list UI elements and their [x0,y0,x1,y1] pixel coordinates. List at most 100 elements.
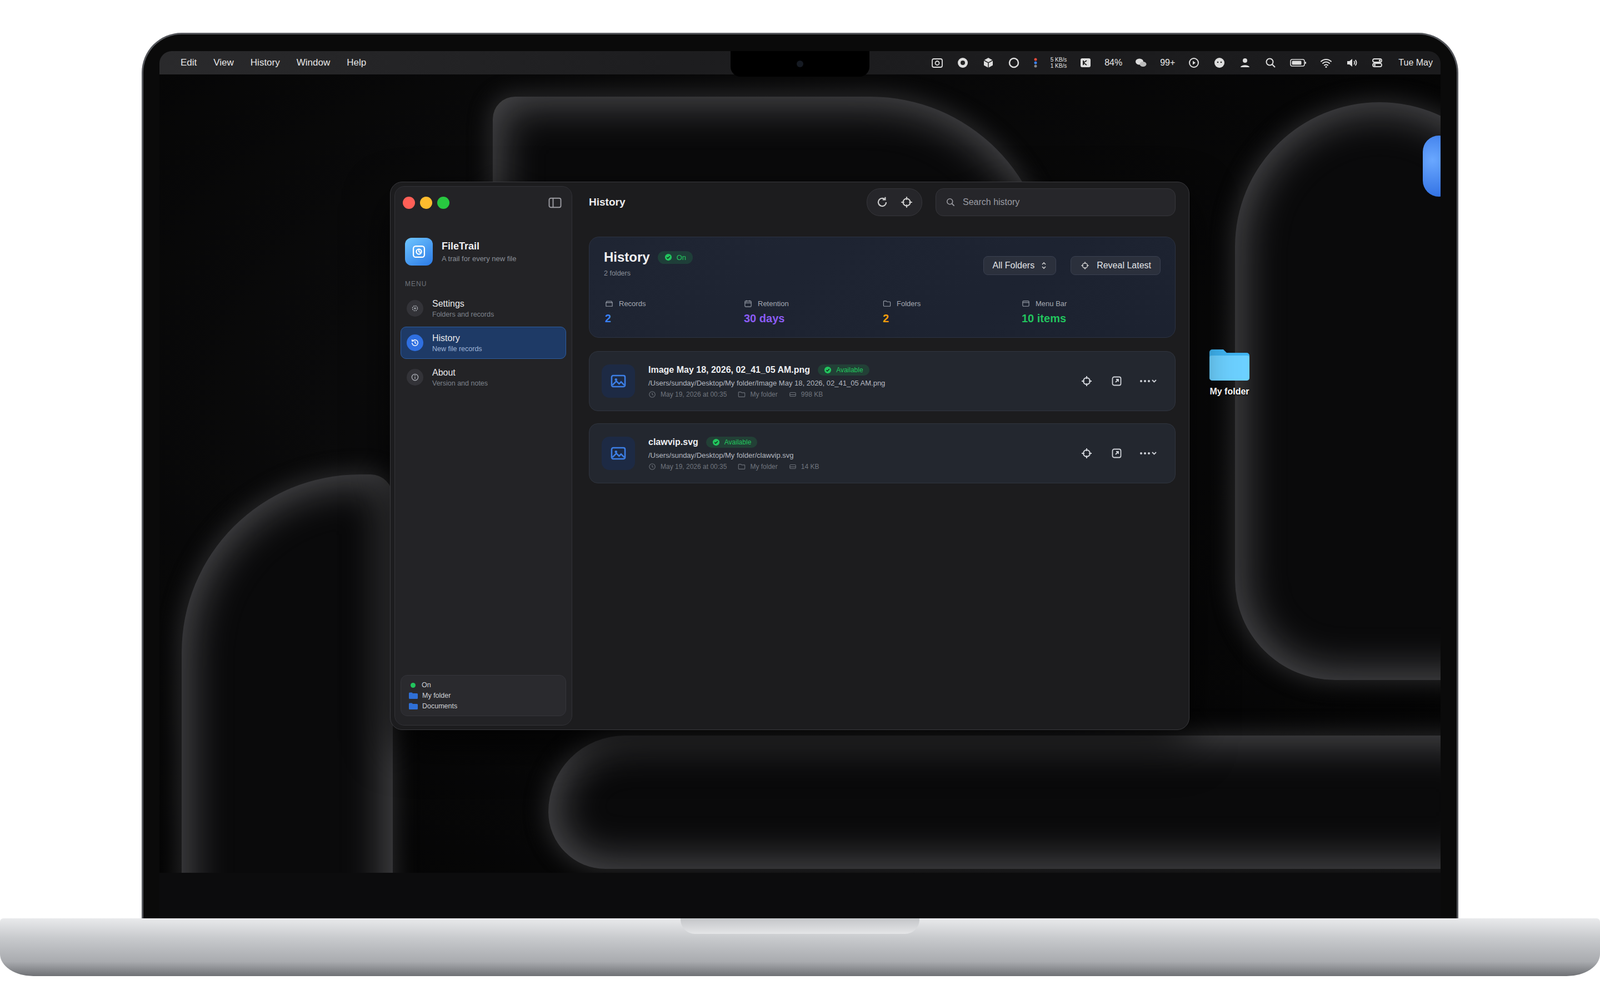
network-down: 1 KB/s [1050,62,1067,69]
volume-icon[interactable] [1345,56,1359,70]
app-logo-icon [405,237,433,266]
main-panel: History Search history History On 2 fold… [574,182,1189,730]
record-size: 998 KB [788,390,823,399]
open-button[interactable] [1106,442,1128,464]
user-icon[interactable] [1238,56,1252,70]
summary-title: History [603,249,650,265]
search-icon [945,196,957,208]
chat-badge[interactable]: 99+ [1160,57,1175,68]
record-path: /Users/sunday/Desktop/My folder/Image Ma… [648,378,1063,388]
folder-icon [1207,346,1252,383]
stat-label-text: Menu Bar [1035,299,1067,308]
record-row[interactable]: Image May 18, 2026, 02_41_05 AM.png Avai… [588,351,1176,412]
locate-icon[interactable] [899,195,914,210]
zoom-button[interactable] [437,196,450,209]
wifi-icon[interactable] [1319,56,1333,70]
sidebar-item-label: Settings [432,298,494,309]
dots-icon[interactable] [1032,56,1039,70]
chat-app-icon[interactable] [1134,56,1148,70]
record-meta: May 19, 2026 at 00:35 My folder 998 KB [648,390,1063,399]
sidebar: FileTrail A trail for every new file MEN… [394,186,573,726]
record-folder-text: My folder [750,390,778,399]
summary-actions: All Folders Reveal Latest [983,249,1161,275]
record-name: Image May 18, 2026, 02_41_05 AM.png [648,365,810,375]
reveal-button[interactable] [1076,442,1098,464]
reveal-latest-button[interactable]: Reveal Latest [1070,256,1161,275]
folder-icon [737,462,746,471]
messages-icon[interactable] [1212,56,1227,70]
network-speed[interactable]: 5 KB/s 1 KB/s [1050,56,1067,69]
sidebar-item[interactable]: Settings Folders and records [400,292,567,325]
desktop-folder[interactable]: My folder [1196,346,1263,397]
summary-title-block: History On 2 folders [603,249,693,278]
disk-icon [788,462,797,471]
sidebar-item[interactable]: History New file records [400,326,567,359]
box-icon[interactable] [981,56,995,70]
reveal-button[interactable] [1076,370,1098,392]
widget-blob[interactable] [1422,135,1441,197]
base-notch [680,918,920,934]
search-icon[interactable] [1263,56,1278,70]
menu-item[interactable]: Window [296,57,330,69]
availability-badge: Available [706,436,758,448]
wallpaper-shape [548,735,1441,869]
image-file-icon [601,436,635,470]
check-icon [823,366,832,374]
record-row[interactable]: clawvip.svg Available /Users/sunday/Desk… [588,423,1176,484]
traffic-lights [402,196,450,209]
sidebar-item[interactable]: About Version and notes [400,361,567,394]
refresh-icon[interactable] [875,195,890,210]
battery-icon[interactable] [1289,56,1308,70]
app-status-icon[interactable] [956,56,970,70]
summary-title-row: History On [603,249,693,265]
sidebar-toggle-icon[interactable] [547,195,563,211]
record-actions [1076,442,1161,464]
folder-filter-value: All Folders [992,260,1035,271]
stat-label-text: Records [618,299,646,308]
stat: Folders 2 [882,299,1022,325]
sidebar-item-text: Settings Folders and records [432,298,494,319]
more-menu-button[interactable] [1136,370,1161,392]
status-items: 5 KB/s 1 KB/s 84% 99+ Tue May [930,56,1433,70]
summary-subtitle: 2 folders [603,269,693,278]
menu-item[interactable]: Edit [180,57,197,69]
desktop: My folder FileTrail A trail for every ne… [159,74,1441,873]
play-icon[interactable] [1187,56,1201,70]
record-list: Image May 18, 2026, 02_41_05 AM.png Avai… [588,351,1176,484]
search-field[interactable]: Search history [935,188,1176,217]
wallpaper-shape [1235,102,1441,680]
screen: Edit View History Window Help 5 KB/s 1 KB/s … [159,51,1441,873]
sidebar-item-text: About Version and notes [432,367,488,388]
record-folder: My folder [737,390,778,399]
more-menu-button[interactable] [1136,442,1161,464]
menu-item[interactable]: History [250,57,280,69]
sidebar-item-label: About [432,367,488,378]
menu-item[interactable]: View [213,57,234,69]
locate-icon [1080,260,1090,271]
laptop-lid: Edit View History Window Help 5 KB/s 1 KB/s … [141,32,1459,919]
summary-card: History On 2 folders All Folders Reveal … [588,236,1176,338]
clock[interactable]: Tue May [1398,57,1433,68]
record-date-text: May 19, 2026 at 00:35 [660,462,727,471]
laptop-chin [159,872,1441,919]
menu-item[interactable]: Help [346,57,367,69]
app-header: FileTrail A trail for every new file [400,237,567,266]
status-line: On [408,681,558,689]
toolbar: History Search history [588,182,1176,223]
control-center-icon[interactable] [1370,56,1384,70]
stat-value: 30 days [743,312,883,325]
close-button[interactable] [402,196,415,209]
folder-filter-dropdown[interactable]: All Folders [983,256,1057,275]
minimize-button[interactable] [420,196,433,209]
screenshot-icon[interactable] [930,56,944,70]
circle-icon[interactable] [1007,56,1021,70]
record-name: clawvip.svg [648,437,699,448]
folders-icon [882,299,892,308]
battery-percent[interactable]: 84% [1104,57,1123,68]
keyboard-app-icon[interactable] [1078,56,1093,70]
record-meta: May 19, 2026 at 00:35 My folder 14 KB [648,462,1063,471]
app-window: FileTrail A trail for every new file MEN… [390,181,1190,730]
check-icon [712,438,720,447]
laptop-base [0,918,1600,977]
open-button[interactable] [1106,370,1128,392]
